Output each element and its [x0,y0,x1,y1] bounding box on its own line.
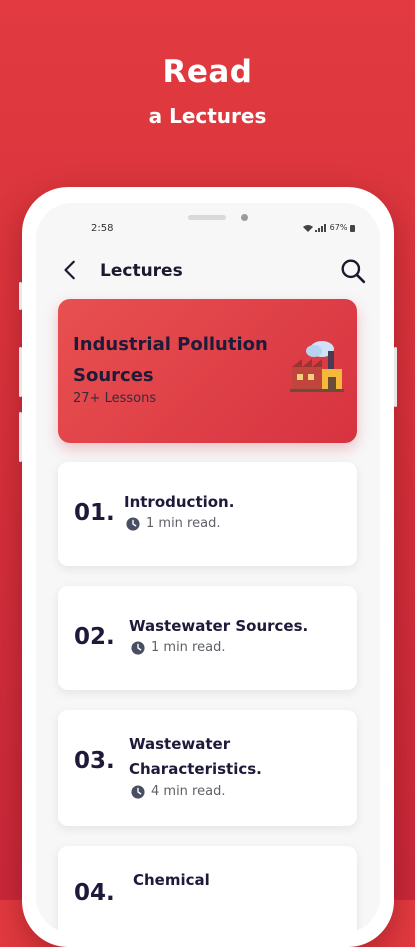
read-time-text: 1 min read. [151,640,226,655]
app-header: Lectures [36,255,380,291]
course-title: Industrial Pollution Sources [73,334,268,386]
phone-side-button [19,347,22,397]
hero-title: Read [162,54,253,90]
lecture-read-time: 1 min read. [131,640,225,655]
course-banner: Industrial Pollution Sources 27+ Lessons [58,299,357,443]
read-time-text: 1 min read. [146,516,221,531]
lesson-count: 27+ Lessons [73,391,157,406]
clock-icon [131,784,145,799]
lecture-card[interactable]: 04. Chemical [58,846,357,933]
lecture-number: 04. [74,880,115,906]
clock-icon [131,640,145,655]
phone-side-button [394,347,397,407]
factory-icon [290,341,344,392]
phone-screen: 2:58 67% Lectures Industrial Pollution S… [36,203,380,933]
lecture-title: Chemical [133,871,210,889]
status-bar: 2:58 67% [36,203,380,237]
phone-side-button [19,412,22,462]
signal-icon [315,223,327,232]
clock-icon [126,516,140,531]
phone-side-button [19,282,22,310]
lecture-read-time: 4 min read. [131,784,225,799]
wifi-icon [302,224,313,232]
phone-frame: 2:58 67% Lectures Industrial Pollution S… [19,187,397,947]
status-icons: 67% [302,223,355,232]
lecture-card[interactable]: 01. Introduction. 1 min read. [58,462,357,566]
lecture-title: Wastewater Sources. [129,617,309,635]
back-arrow-icon[interactable] [60,259,82,281]
lecture-title: Introduction. [124,493,235,511]
lecture-number: 01. [74,500,115,526]
lecture-number: 03. [74,748,115,774]
lecture-read-time: 1 min read. [126,516,220,531]
hero-subtitle: a Lectures [148,104,267,128]
lecture-title: Wastewater Characteristics. [129,735,262,778]
status-time: 2:58 [91,223,114,234]
battery-percent: 67% [329,223,348,232]
search-icon[interactable] [340,258,366,284]
lecture-number: 02. [74,624,115,650]
lecture-card[interactable]: 03. Wastewater Characteristics. 4 min re… [58,710,357,826]
lecture-card[interactable]: 02. Wastewater Sources. 1 min read. [58,586,357,690]
battery-icon [350,224,355,232]
page-title: Lectures [100,261,183,281]
read-time-text: 4 min read. [151,784,226,799]
